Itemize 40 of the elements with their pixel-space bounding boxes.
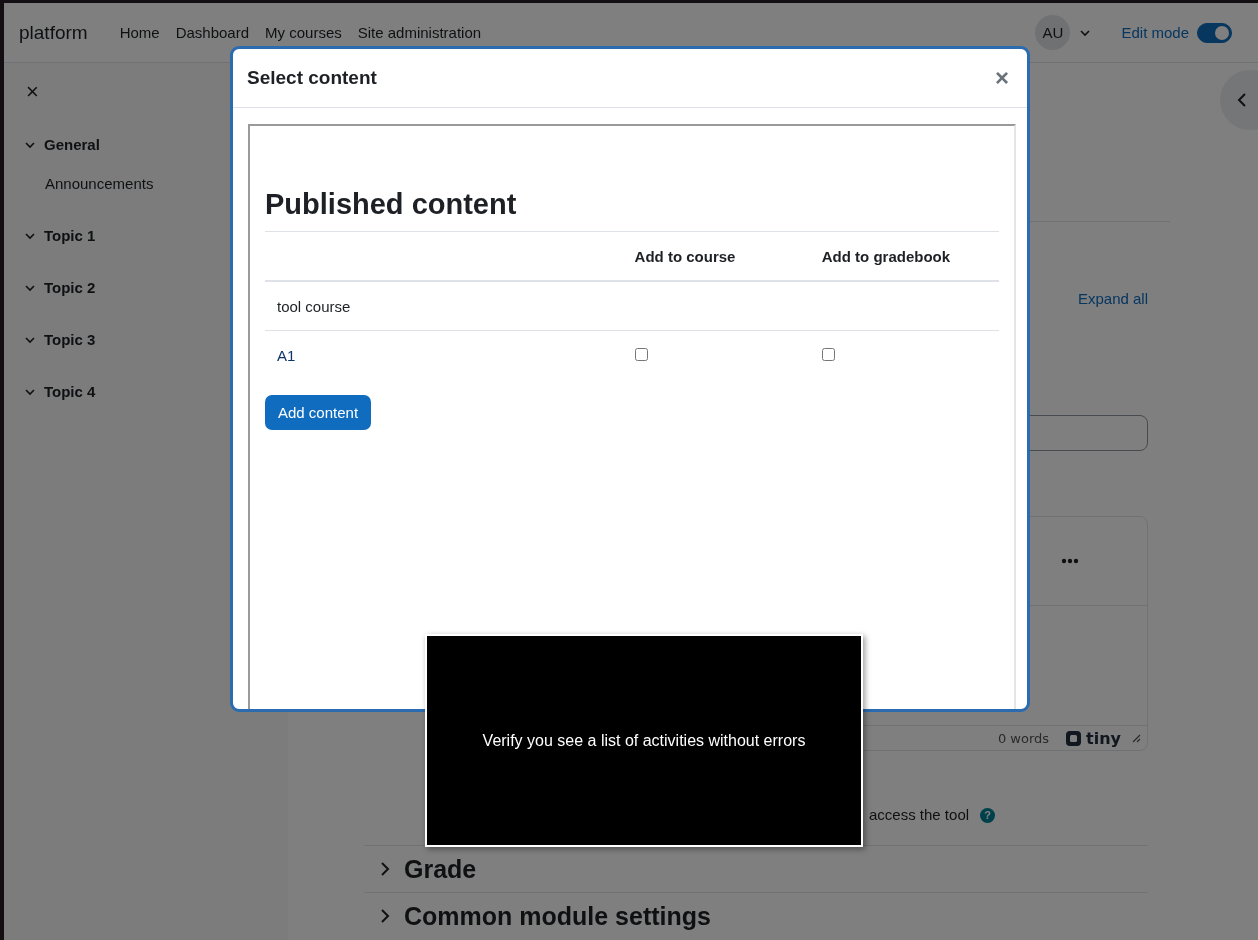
checkbox[interactable]: [821, 347, 835, 361]
page-heading: Published content: [265, 188, 517, 221]
edit-mode-label: Edit mode: [1121, 24, 1189, 41]
nav-link[interactable]: Home: [119, 24, 160, 41]
expand-all-link[interactable]: Expand all: [1077, 289, 1148, 309]
nav-link[interactable]: Site administration: [357, 24, 482, 41]
resize-icon[interactable]: [1131, 733, 1141, 743]
course-name: tool course: [277, 297, 351, 315]
edit-mode-toggle[interactable]: [1197, 22, 1232, 43]
field-label: access the tool: [869, 805, 970, 825]
section-link[interactable]: General: [44, 136, 100, 153]
section-link[interactable]: Topic 3: [44, 331, 96, 348]
chevron-icon[interactable]: [378, 908, 392, 924]
section-heading[interactable]: Common module settings: [404, 901, 711, 931]
section-heading[interactable]: Grade: [404, 854, 477, 884]
content-link[interactable]: A1: [277, 346, 296, 364]
more-icon[interactable]: [1061, 558, 1079, 564]
logo-icon: [1065, 729, 1083, 747]
section-link[interactable]: Topic 2: [44, 279, 96, 296]
chevron-icon[interactable]: [378, 861, 392, 877]
editor-brand: tiny: [1086, 728, 1121, 748]
checkbox[interactable]: [634, 347, 648, 361]
help-icon[interactable]: ?: [980, 807, 996, 823]
modal-title: Select content: [247, 67, 377, 89]
close-button[interactable]: ×: [24, 81, 41, 103]
user-avatar[interactable]: AU: [1035, 15, 1071, 50]
section-link[interactable]: Topic 4: [44, 383, 96, 400]
nav-link[interactable]: Dashboard: [175, 24, 250, 41]
section-link[interactable]: Topic 1: [44, 227, 96, 244]
add-content-button[interactable]: Add content: [265, 395, 372, 430]
chevron-icon[interactable]: [1237, 92, 1247, 108]
column-header: Add to course: [634, 247, 736, 265]
word-count: 0 words: [997, 730, 1050, 746]
close-button[interactable]: ×: [991, 64, 1013, 92]
activity-link[interactable]: Announcements: [45, 175, 154, 192]
caption-text: Verify you see a list of activities without errors: [482, 731, 806, 750]
caret-icon[interactable]: [1079, 28, 1092, 37]
nav-link[interactable]: My courses: [265, 24, 342, 41]
column-header: Add to gradebook: [821, 247, 951, 265]
site-brand[interactable]: platform: [19, 21, 88, 44]
